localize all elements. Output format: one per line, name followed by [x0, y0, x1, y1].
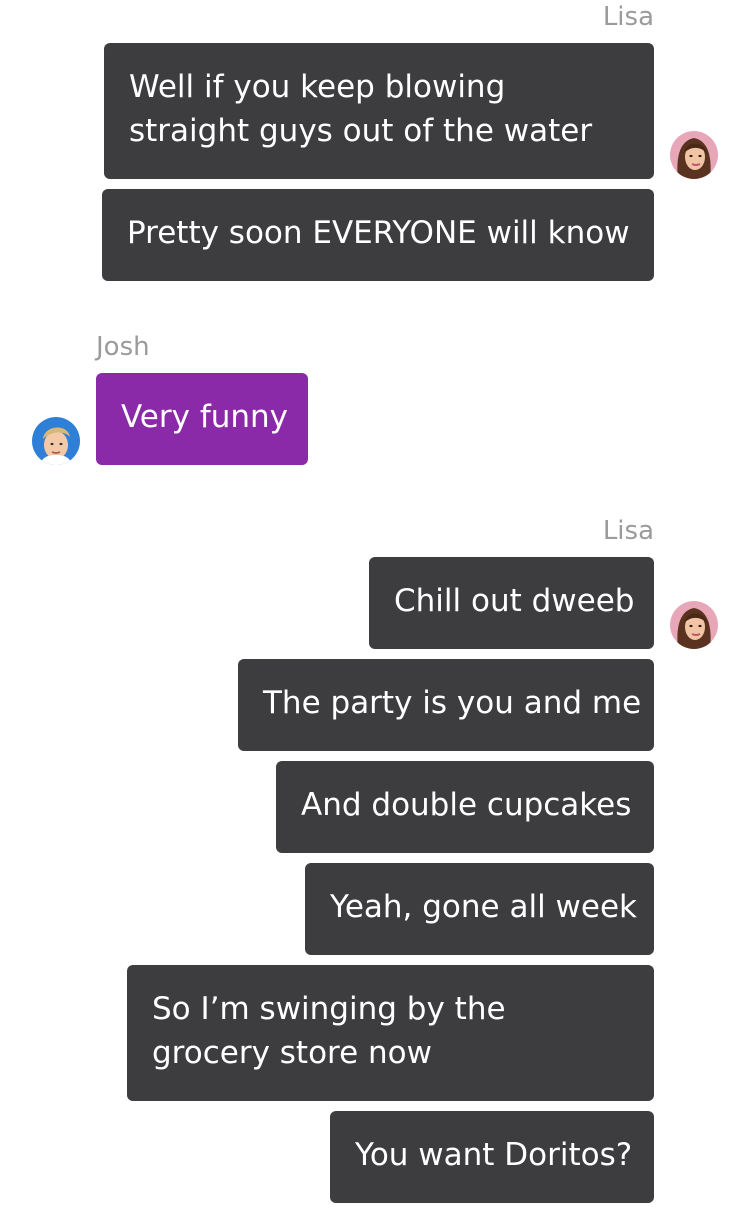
sender-name: Josh: [96, 332, 150, 362]
message-bubble[interactable]: Chill out dweeb: [369, 557, 654, 649]
message-text: And double cupcakes: [301, 787, 632, 823]
message-bubble[interactable]: You want Doritos?: [330, 1111, 654, 1203]
message-text: You want Doritos?: [355, 1137, 633, 1173]
sender-name: Lisa: [602, 516, 654, 546]
lisa-avatar-icon[interactable]: [670, 601, 718, 649]
message-text: Well if you keep blowing straight guys o…: [129, 69, 593, 149]
message-text: Chill out dweeb: [394, 583, 635, 619]
message-bubble[interactable]: And double cupcakes: [276, 761, 654, 853]
message-bubble[interactable]: Well if you keep blowing straight guys o…: [104, 43, 654, 179]
message-bubble[interactable]: The party is you and me: [238, 659, 654, 751]
message-bubble[interactable]: So I’m swinging by the grocery store now: [127, 965, 654, 1101]
message-text: The party is you and me: [263, 685, 642, 721]
message-bubble[interactable]: Very funny: [96, 373, 308, 465]
sender-name: Lisa: [602, 2, 654, 32]
josh-avatar-icon[interactable]: [32, 417, 80, 465]
message-text: Yeah, gone all week: [330, 889, 637, 925]
lisa-avatar-icon[interactable]: [670, 131, 718, 179]
message-text: So I’m swinging by the grocery store now: [152, 991, 506, 1071]
message-text: Pretty soon EVERYONE will know: [127, 215, 630, 251]
message-text: Very funny: [121, 399, 289, 435]
message-bubble[interactable]: Yeah, gone all week: [305, 863, 654, 955]
message-bubble[interactable]: Pretty soon EVERYONE will know: [102, 189, 654, 281]
